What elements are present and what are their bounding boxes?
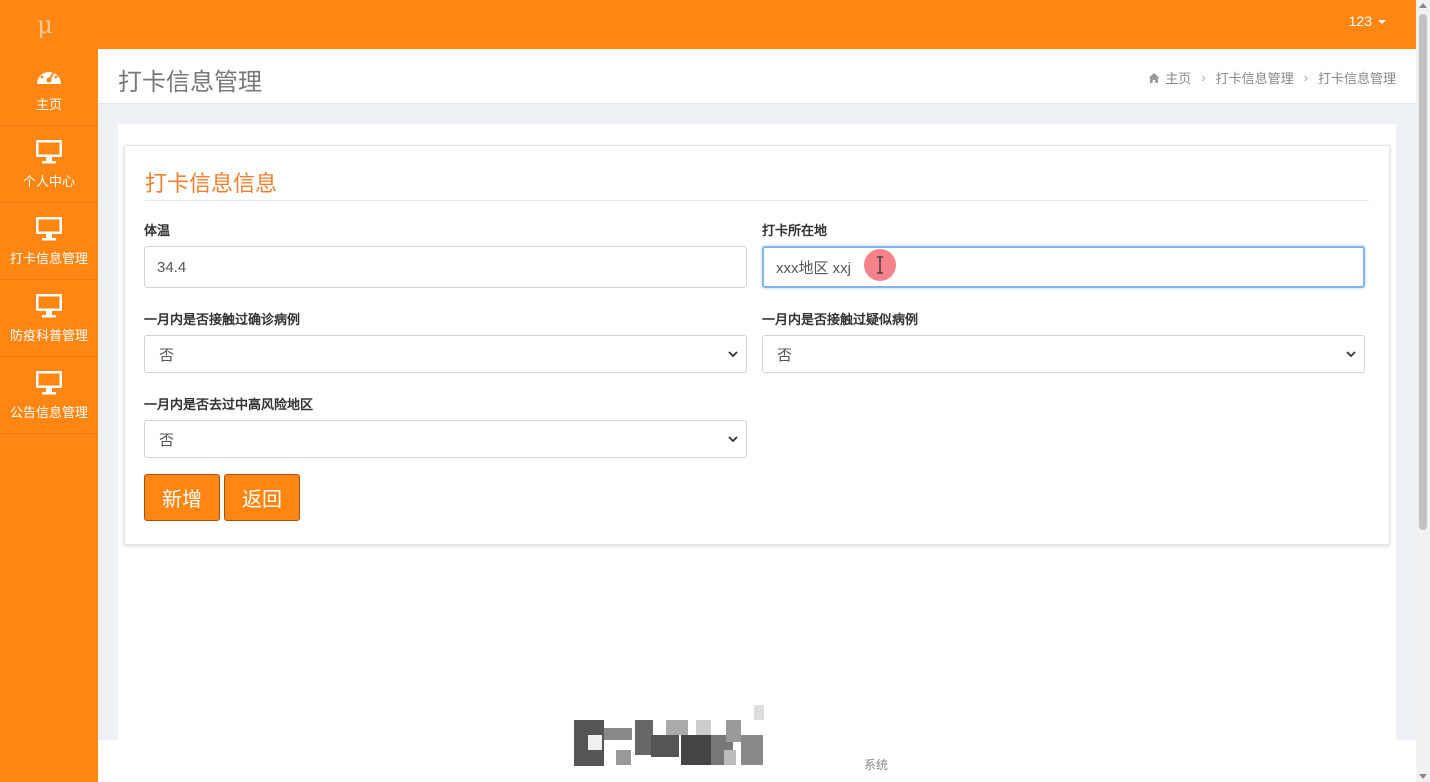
select-value: 否 (777, 346, 793, 364)
monitor-icon (36, 139, 62, 163)
sidebar-item-epidemic-science[interactable]: 防疫科普管理 (0, 280, 98, 357)
text-cursor-icon (877, 256, 883, 274)
home-icon (1148, 72, 1160, 83)
temperature-input[interactable] (144, 246, 747, 288)
location-input[interactable] (762, 246, 1365, 288)
sidebar-item-label: 公告信息管理 (9, 404, 88, 420)
risk-area-label: 一月内是否去过中高风险地区 (144, 397, 314, 412)
breadcrumb-home[interactable]: 主页 (1165, 68, 1191, 87)
page-title: 打卡信息管理 (118, 69, 262, 96)
breadcrumb-separator: › (1201, 70, 1206, 85)
sidebar-item-home[interactable]: 主页 (0, 49, 98, 126)
suspected-contact-label: 一月内是否接触过疑似病例 (762, 312, 919, 327)
location-label: 打卡所在地 (762, 223, 828, 238)
sidebar-item-label: 个人中心 (22, 173, 75, 189)
sidebar-item-label: 打卡信息管理 (9, 250, 88, 266)
user-menu[interactable]: 123 (1349, 13, 1386, 29)
chevron-down-icon (1346, 351, 1356, 358)
pixelated-logo (574, 705, 764, 766)
select-value: 否 (159, 346, 175, 364)
risk-area-select[interactable]: 否 (144, 420, 747, 458)
sidebar-item-checkin-management[interactable]: 打卡信息管理 (0, 203, 98, 280)
suspected-contact-select[interactable]: 否 (762, 335, 1365, 373)
select-value: 否 (159, 431, 175, 449)
dashboard-icon (37, 67, 61, 84)
breadcrumb-separator: › (1303, 70, 1308, 85)
page-scrollbar[interactable] (1416, 0, 1430, 782)
content-header: 打卡信息管理 主页 › 打卡信息管理 › 打卡信息管理 (98, 49, 1416, 104)
monitor-icon (36, 293, 62, 317)
temperature-label: 体温 (144, 223, 171, 238)
footer-text: 系统 (864, 758, 889, 772)
scroll-down-icon[interactable] (1419, 774, 1427, 779)
user-name: 123 (1348, 13, 1372, 29)
add-button[interactable]: 新增 (144, 474, 220, 521)
breadcrumb: 主页 › 打卡信息管理 › 打卡信息管理 (1148, 68, 1396, 87)
monitor-icon (36, 370, 62, 394)
monitor-icon (36, 216, 62, 240)
top-navbar: μ 123 (0, 0, 1416, 49)
logo: μ (37, 11, 53, 39)
scroll-thumb[interactable] (1419, 14, 1427, 530)
confirmed-contact-select[interactable]: 否 (144, 335, 747, 373)
scroll-up-icon[interactable] (1419, 3, 1427, 8)
sidebar-item-personal-center[interactable]: 个人中心 (0, 126, 98, 203)
confirmed-contact-label: 一月内是否接触过确诊病例 (144, 312, 301, 327)
chevron-down-icon (728, 351, 738, 358)
breadcrumb-current: 打卡信息管理 (1317, 71, 1396, 86)
divider (145, 200, 1369, 201)
sidebar: 主页 个人中心 打卡信息管理 防疫科普管理 公告信息管理 (0, 49, 98, 782)
back-button[interactable]: 返回 (224, 474, 300, 521)
sidebar-item-announcement-management[interactable]: 公告信息管理 (0, 357, 98, 434)
breadcrumb-item[interactable]: 打卡信息管理 (1216, 68, 1294, 87)
sidebar-item-label: 防疫科普管理 (9, 327, 88, 343)
form-title: 打卡信息信息 (145, 171, 278, 196)
sidebar-item-label: 主页 (35, 96, 62, 112)
chevron-down-icon (728, 436, 738, 443)
caret-down-icon (1378, 20, 1386, 25)
